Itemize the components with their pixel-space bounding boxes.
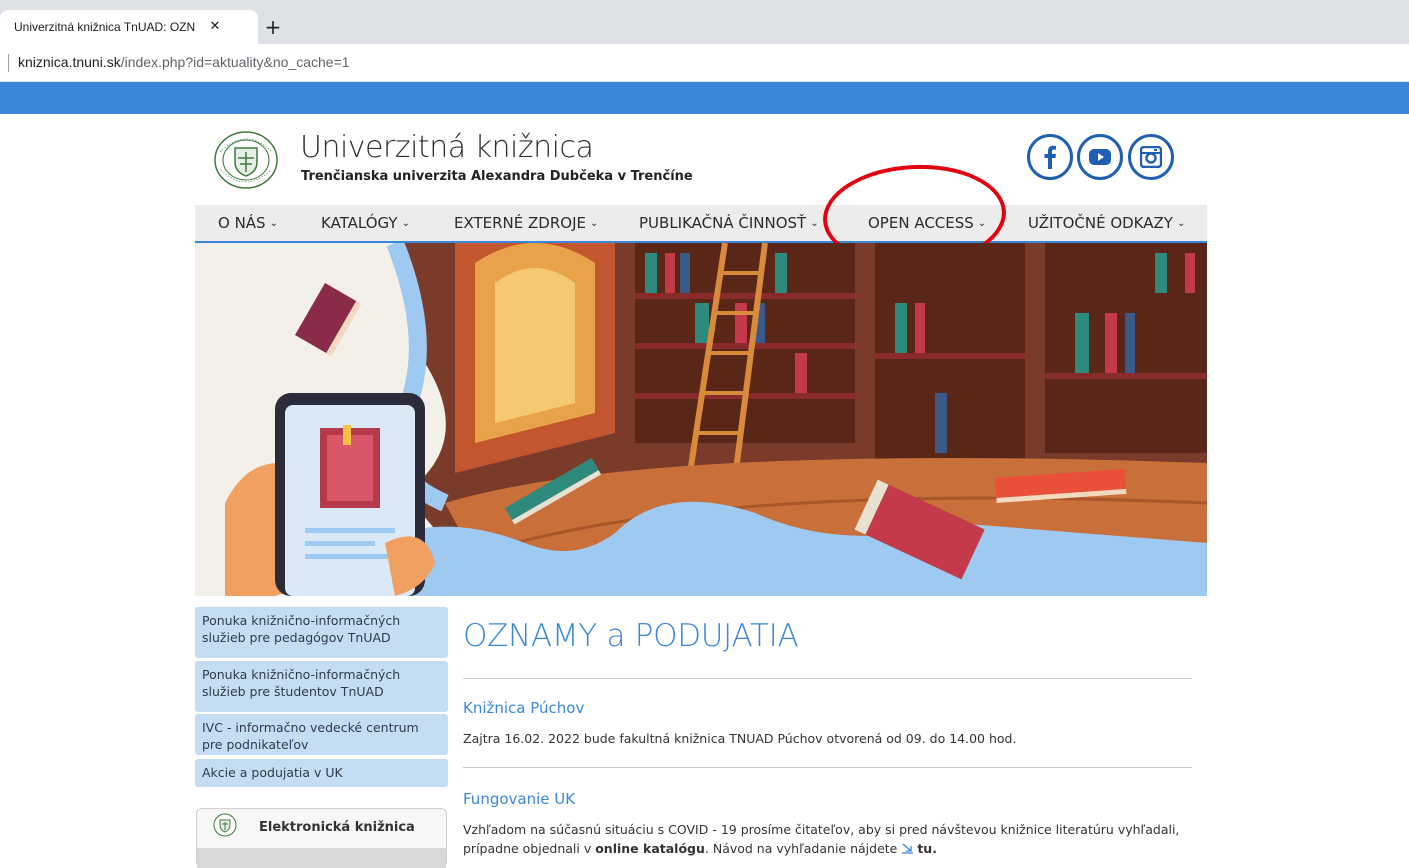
nav-item-publikacna-cinnost[interactable]: PUBLIKAČNÁ ČINNOSŤ ⌄ (639, 214, 819, 232)
address-bar[interactable]: kniznica.tnuni.sk/index.php?id=aktuality… (0, 44, 1409, 82)
news-text-part: prípadne objednali v (463, 841, 596, 856)
ebox-footer-bar (197, 848, 446, 868)
news-title-puchov[interactable]: Knižnica Púchov (463, 699, 584, 717)
url-path: /index.php?id=aktuality&no_cache=1 (120, 54, 350, 70)
browser-tab-bar: Univerzitná knižnica TnUAD: OZN ✕ + (0, 0, 1409, 44)
url-host: kniznica.tnuni.sk (18, 54, 121, 70)
site-title[interactable]: Univerzitná knižnica (300, 130, 594, 165)
browser-tab[interactable]: Univerzitná knižnica TnUAD: OZN ✕ (0, 10, 258, 44)
ebox-title: Elektronická knižnica (259, 820, 415, 835)
url-text[interactable]: kniznica.tnuni.sk/index.php?id=aktuality… (18, 54, 350, 70)
address-divider (8, 54, 9, 72)
divider (463, 767, 1192, 768)
tab-close-icon[interactable]: ✕ (205, 16, 225, 36)
hero-banner-image (195, 243, 1207, 596)
chevron-down-icon: ⌄ (269, 218, 278, 229)
nav-item-externe-zdroje[interactable]: EXTERNÉ ZDROJE ⌄ (454, 214, 598, 232)
nav-item-label: EXTERNÉ ZDROJE (454, 214, 586, 232)
news-text-puchov: Zajtra 16.02. 2022 bude fakultná knižnic… (463, 731, 1017, 746)
nav-item-label: KATALÓGY (321, 214, 398, 232)
nav-item-uzitocne-odkazy[interactable]: UŽITOČNÉ ODKAZY ⌄ (1028, 214, 1185, 232)
news-text-fungovanie: Vzhľadom na súčasnú situáciu s COVID - 1… (463, 820, 1203, 858)
sidebar-link-studenti[interactable]: Ponuka knižnično-informačných služieb pr… (195, 661, 448, 712)
new-tab-button[interactable]: + (260, 14, 286, 40)
guide-link[interactable]: tu. (917, 841, 937, 856)
online-catalog-link[interactable]: online katalógu (595, 841, 705, 856)
nav-item-katalogy[interactable]: KATALÓGY ⌄ (321, 214, 410, 232)
instagram-icon[interactable] (1128, 134, 1174, 180)
nav-item-label: PUBLIKAČNÁ ČINNOSŤ (639, 214, 807, 232)
top-color-bar (0, 82, 1409, 114)
news-title-fungovanie[interactable]: Fungovanie UK (463, 790, 575, 808)
chevron-down-icon: ⌄ (401, 218, 410, 229)
news-text-line: Vzhľadom na súčasnú situáciu s COVID - 1… (463, 822, 1180, 837)
university-logo[interactable] (213, 130, 279, 190)
nav-item-o-nas[interactable]: O NÁS ⌄ (218, 214, 278, 232)
sidebar-link-ivc[interactable]: IVC - informačno vedecké centrum pre pod… (195, 714, 448, 755)
sidebar-link-akcie[interactable]: Akcie a podujatia v UK (195, 759, 448, 787)
youtube-icon[interactable] (1077, 134, 1123, 180)
external-link-icon (901, 840, 915, 854)
page-title: OZNAMY a PODUJATIA (463, 618, 799, 654)
site-subtitle: Trenčianska univerzita Alexandra Dubčeka… (301, 169, 693, 184)
divider (463, 678, 1192, 679)
chevron-down-icon: ⌄ (810, 218, 819, 229)
news-text-part: . Návod na vyhľadanie nájdete (704, 841, 902, 856)
chevron-down-icon: ⌄ (589, 218, 599, 229)
university-seal-icon (213, 813, 237, 837)
elektronicka-kniznica-box[interactable]: Elektronická knižnica (196, 808, 447, 868)
tab-title: Univerzitná knižnica TnUAD: OZN (14, 20, 196, 34)
main-nav: O NÁS ⌄ KATALÓGY ⌄ EXTERNÉ ZDROJE ⌄ PUBLIKA… (195, 205, 1207, 243)
facebook-icon[interactable] (1027, 134, 1073, 180)
chevron-down-icon: ⌄ (1176, 218, 1186, 229)
sidebar-link-pedagogovia[interactable]: Ponuka knižnično-informačných služieb pr… (195, 607, 448, 658)
nav-item-label: O NÁS (218, 214, 266, 232)
nav-item-label: UŽITOČNÉ ODKAZY (1028, 214, 1173, 232)
